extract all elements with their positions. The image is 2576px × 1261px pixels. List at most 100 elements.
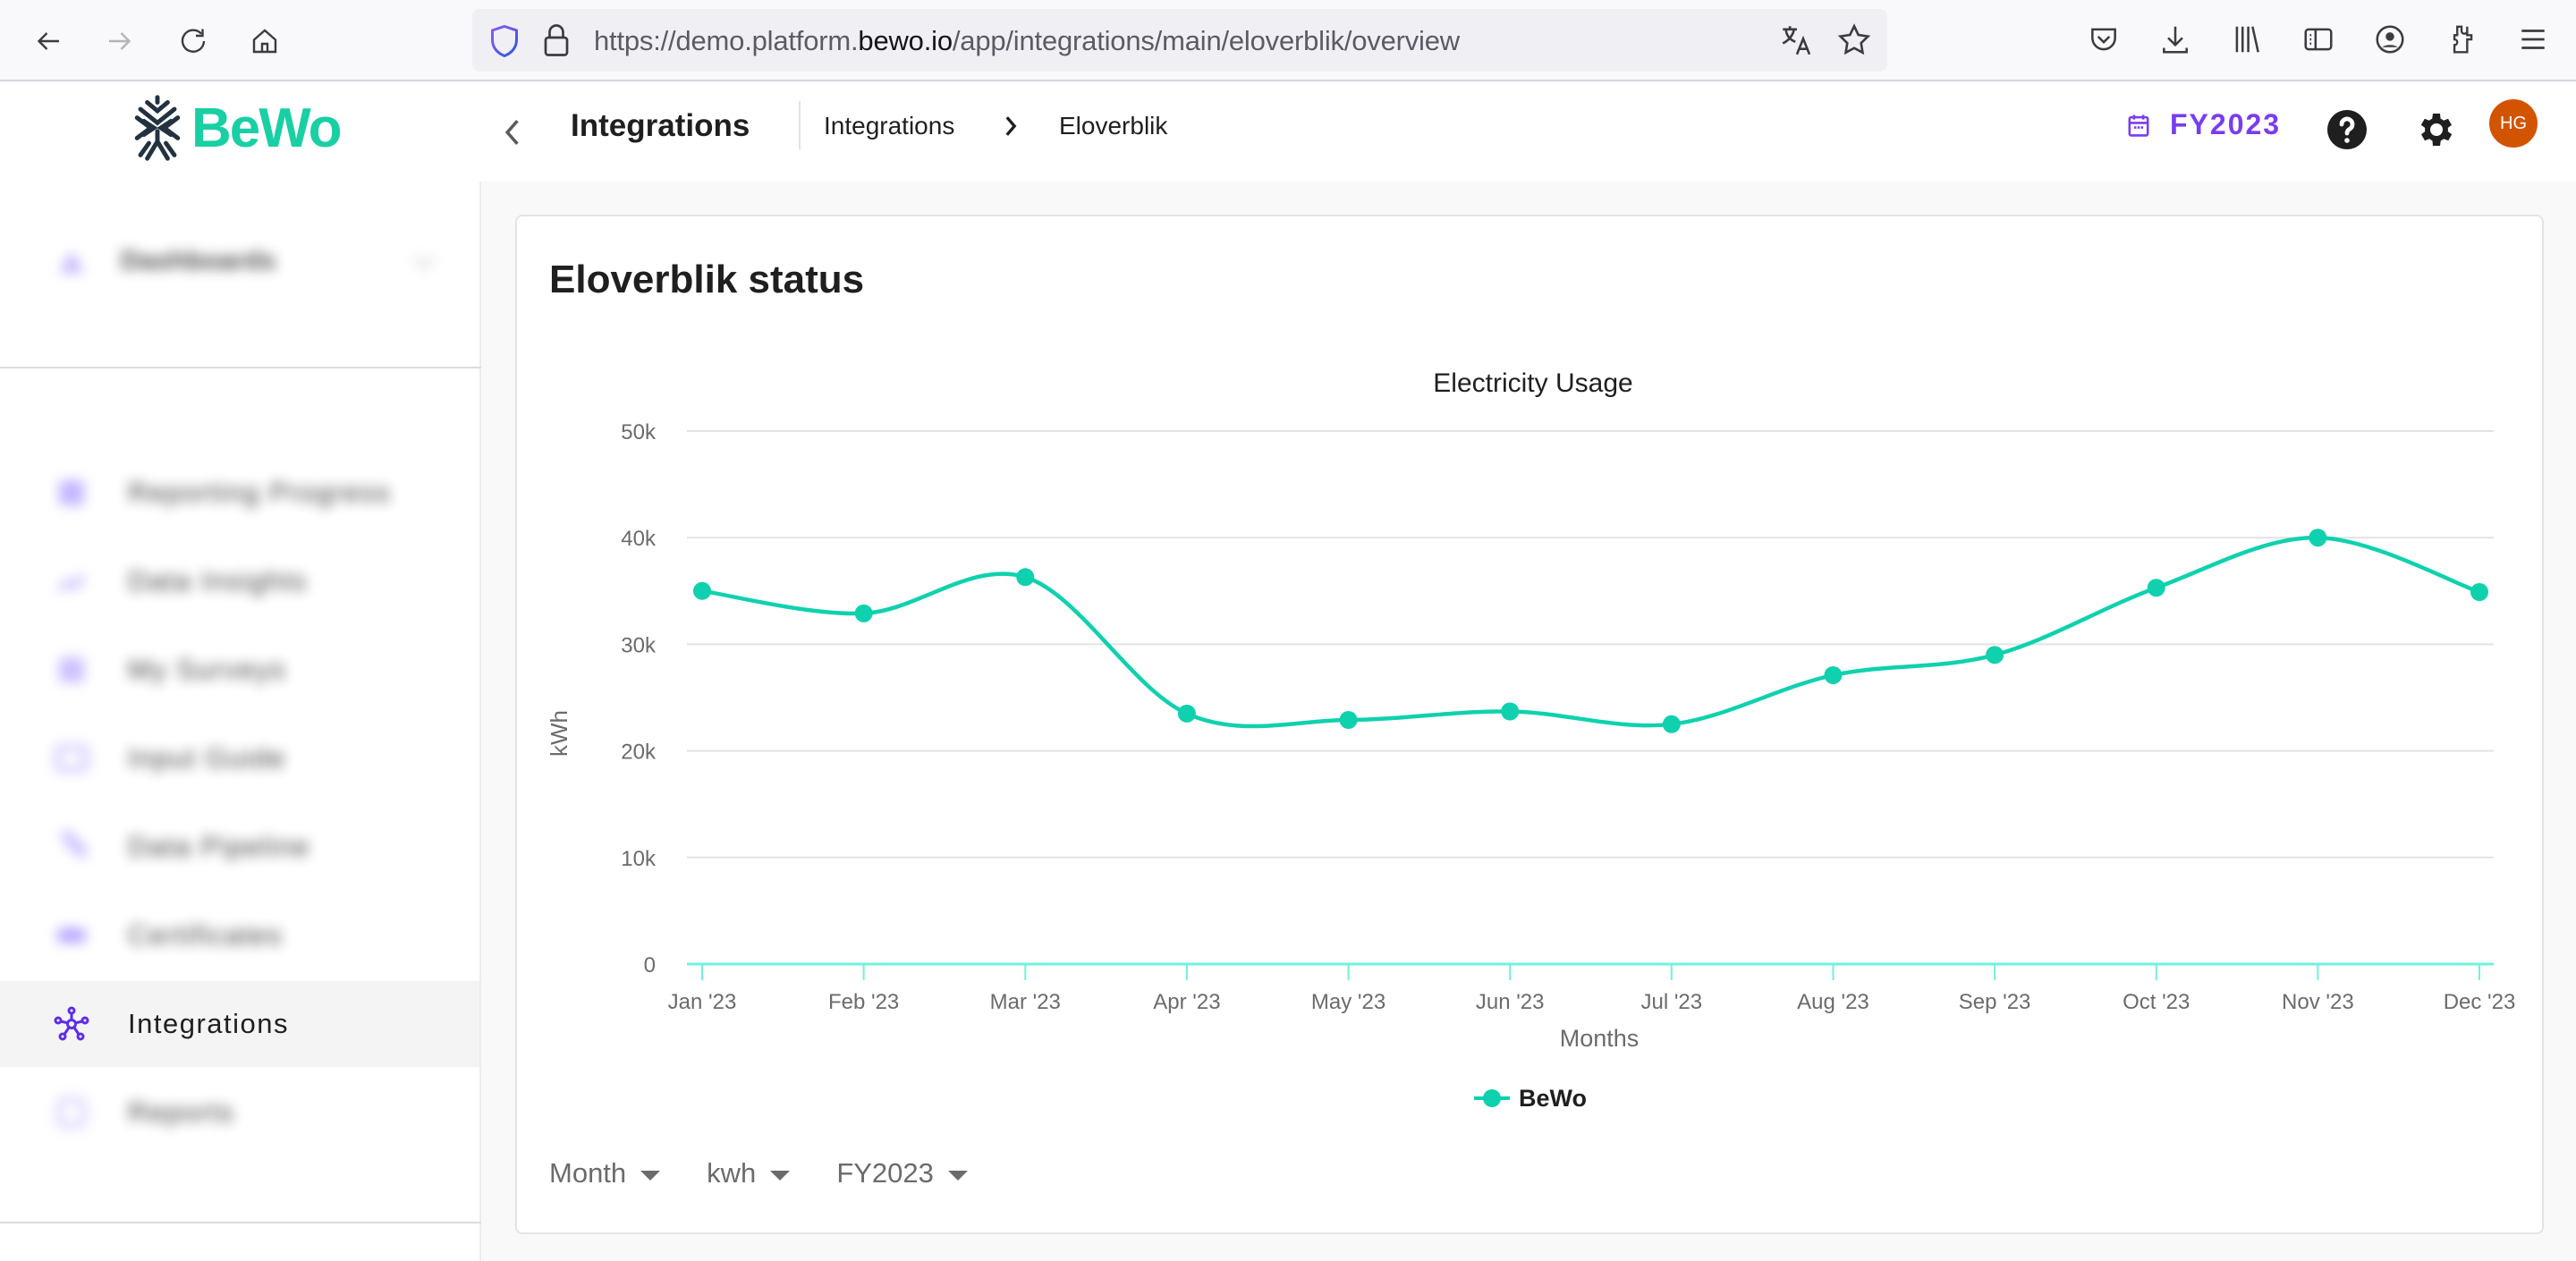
legend-label: BeWo	[1519, 1085, 1587, 1111]
app-header: BeWo Integrations Integrations Eloverbli…	[0, 83, 2576, 182]
data-point	[2147, 579, 2165, 597]
menu-icon[interactable]	[2513, 20, 2553, 59]
data-point	[1824, 665, 1843, 684]
sidebar: Dashboards Reporting Progress Data Insig…	[0, 182, 481, 1261]
data-point	[1339, 711, 1358, 730]
x-tick-label: Apr '23	[1153, 990, 1220, 1014]
x-tick-label: Aug '23	[1797, 990, 1869, 1014]
forward-icon[interactable]	[98, 20, 141, 63]
back-button[interactable]	[494, 110, 530, 155]
progress-icon	[59, 480, 84, 505]
account-icon[interactable]	[2370, 20, 2410, 59]
page-title: Integrations	[571, 108, 750, 143]
data-point	[693, 581, 711, 600]
y-tick-label: 50k	[621, 420, 657, 444]
integrations-icon	[54, 1006, 89, 1041]
legend-marker-icon	[1483, 1089, 1501, 1107]
x-tick-label: Feb '23	[828, 990, 899, 1014]
fiscal-year-label: FY2023	[2170, 108, 2282, 140]
logo[interactable]: BeWo	[131, 94, 343, 162]
chevron-left-icon	[504, 120, 519, 145]
x-tick-label: Dec '23	[2444, 990, 2516, 1014]
lock-icon[interactable]	[540, 21, 572, 59]
y-tick-label: 30k	[621, 633, 657, 657]
extensions-icon[interactable]	[2442, 20, 2481, 59]
pipeline-icon	[61, 833, 86, 858]
caret-down-icon	[947, 1170, 968, 1181]
y-tick-label: 40k	[621, 527, 657, 551]
y-axis-label: kWh	[546, 710, 572, 757]
sidebar-item-certificates[interactable]: Certificates	[0, 893, 479, 978]
shield-icon[interactable]	[488, 23, 521, 59]
fiscal-year-selector[interactable]: FY2023	[2127, 108, 2281, 141]
x-tick-label: Mar '23	[990, 990, 1061, 1014]
sidebar-item-reporting-progress[interactable]: Reporting Progress	[0, 450, 479, 536]
sidebar-item-input-guide[interactable]: Input Guide	[0, 715, 479, 801]
chart-controls: Month kwh FY2023	[549, 1157, 968, 1189]
data-point	[1986, 646, 2004, 664]
series-line-bewo	[701, 535, 2480, 729]
y-tick-label: 10k	[621, 847, 657, 871]
survey-icon	[59, 657, 84, 682]
download-icon[interactable]	[2156, 20, 2195, 59]
logo-mark-icon	[134, 95, 181, 161]
x-tick-label: Oct '23	[2123, 990, 2190, 1014]
y-tick-label: 0	[644, 953, 656, 977]
sidebar-icon[interactable]	[2299, 20, 2338, 59]
x-tick-label: Nov '23	[2282, 990, 2354, 1014]
sidebar-divider-bottom	[0, 1222, 481, 1223]
sidebar-dashboards-dropdown[interactable]: Dashboards	[0, 217, 481, 307]
dashboard-icon	[59, 251, 84, 273]
breadcrumb-eloverblik: Eloverblik	[1059, 112, 1168, 140]
sidebar-item-reports[interactable]: Reports	[0, 1070, 479, 1155]
avatar[interactable]: HG	[2489, 99, 2538, 148]
data-point	[1016, 568, 1035, 587]
data-point	[1662, 715, 1681, 733]
x-tick-label: Jan '23	[668, 990, 737, 1014]
sidebar-divider	[0, 367, 481, 368]
insights-icon	[57, 574, 87, 593]
x-tick-label: Jul '23	[1641, 990, 1703, 1014]
help-icon[interactable]	[2326, 108, 2368, 151]
certificate-icon	[57, 928, 86, 943]
bookmark-star-icon[interactable]	[1835, 21, 1873, 59]
reports-icon	[56, 1097, 87, 1128]
guide-icon	[55, 745, 89, 772]
chart-legend[interactable]: BeWo	[1474, 1085, 1587, 1111]
main-content: Eloverblik status Electricity Usage 0 10k…	[483, 182, 2576, 1261]
data-point	[2470, 582, 2488, 601]
x-tick-label: Jun '23	[1476, 990, 1545, 1014]
chevron-down-icon	[412, 256, 436, 269]
x-tick-label: Sep '23	[1959, 990, 2031, 1014]
sidebar-item-integrations[interactable]: Integrations	[0, 981, 479, 1067]
data-point	[854, 604, 873, 622]
sidebar-item-data-insights[interactable]: Data Insights	[0, 538, 479, 624]
sidebar-item-data-pipeline[interactable]: Data Pipeline	[0, 804, 479, 890]
chart-title: Electricity Usage	[1433, 368, 1632, 398]
eloverblik-status-card: Eloverblik status Electricity Usage 0 10k…	[515, 215, 2544, 1234]
caret-down-icon	[640, 1170, 661, 1181]
translate-icon[interactable]	[1778, 21, 1816, 59]
data-point	[1177, 704, 1196, 723]
electricity-usage-chart: Electricity Usage 0 10k 20k 30k 40k 50k Jan '…	[546, 368, 2516, 1111]
data-point	[2309, 529, 2327, 547]
y-tick-label: 20k	[621, 741, 657, 765]
period-dropdown[interactable]: Month	[549, 1157, 661, 1189]
browser-toolbar: https://demo.platform.bewo.io/app/integr…	[0, 0, 2576, 81]
header-divider	[799, 101, 801, 149]
gear-icon[interactable]	[2413, 108, 2456, 151]
reload-icon[interactable]	[172, 20, 215, 63]
library-icon[interactable]	[2227, 20, 2267, 59]
url-bar[interactable]: https://demo.platform.bewo.io/app/integr…	[472, 9, 1887, 72]
url-text[interactable]: https://demo.platform.bewo.io/app/integr…	[594, 25, 1460, 57]
chevron-right-icon	[1005, 116, 1017, 136]
home-icon[interactable]	[243, 20, 286, 63]
logo-text: BeWo	[191, 97, 343, 159]
breadcrumb-integrations[interactable]: Integrations	[824, 112, 954, 140]
pocket-icon[interactable]	[2084, 20, 2123, 59]
back-icon[interactable]	[27, 20, 70, 63]
sidebar-item-my-surveys[interactable]: My Surveys	[0, 627, 479, 713]
x-axis-label: Months	[1560, 1025, 1640, 1052]
unit-dropdown[interactable]: kwh	[707, 1157, 791, 1189]
year-dropdown[interactable]: FY2023	[836, 1157, 968, 1189]
